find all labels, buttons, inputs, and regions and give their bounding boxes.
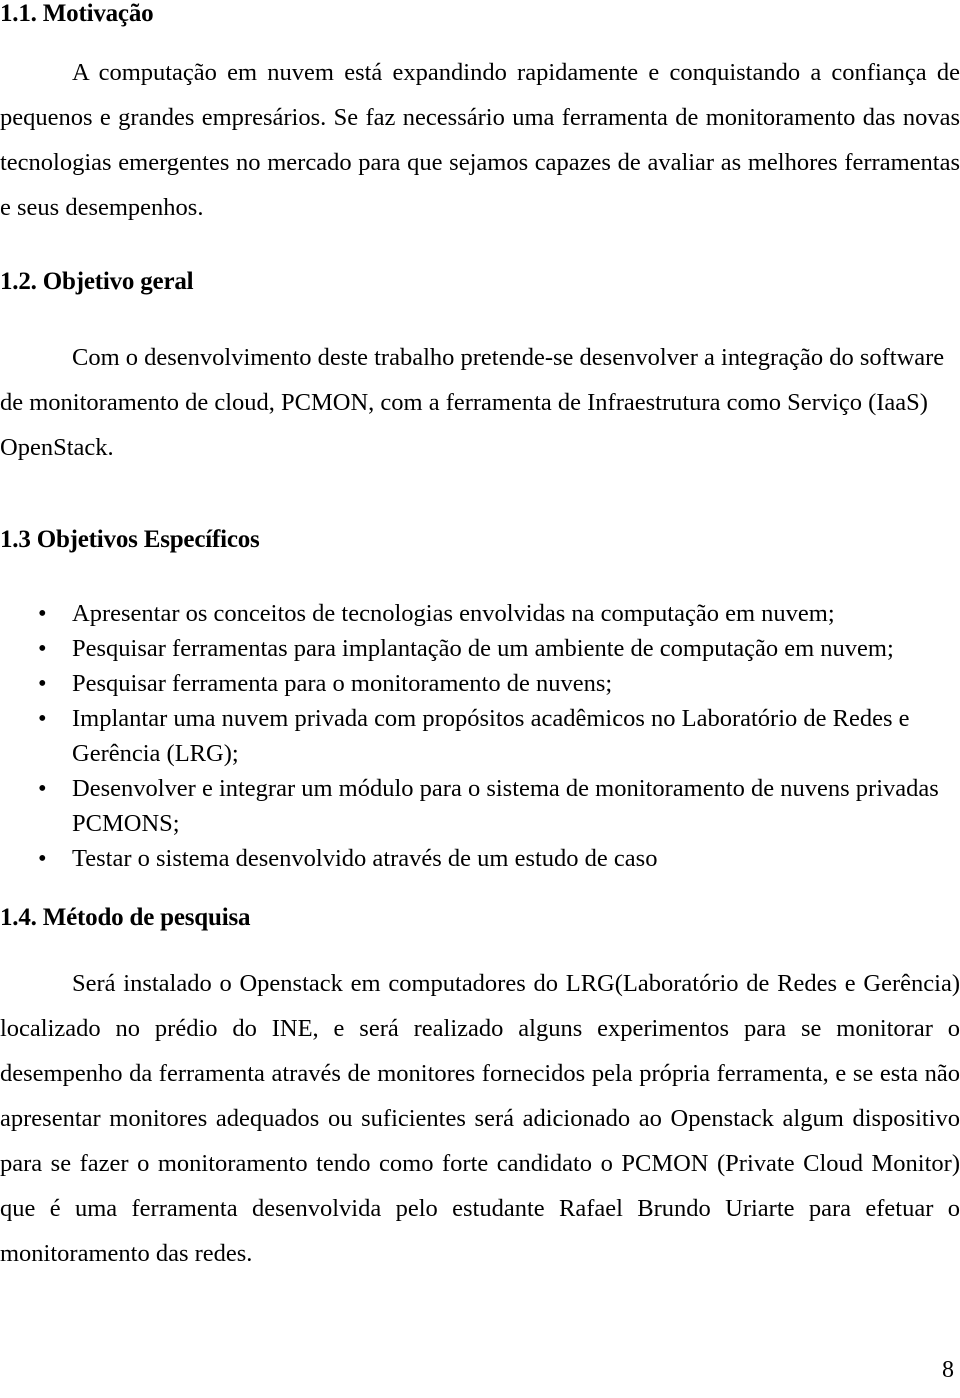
section-heading-objetivos-especificos: 1.3 Objetivos Específicos: [0, 526, 260, 553]
list-item-label: Pesquisar ferramenta para o monitorament…: [72, 669, 613, 697]
section-heading-motivacao: 1.1. Motivação: [0, 0, 154, 27]
bullet-point-icon: •: [38, 669, 47, 697]
list-item: • Pesquisar ferramenta para o monitorame…: [0, 666, 960, 701]
page-content: 1.1. Motivação A computação em nuvem est…: [0, 0, 960, 1276]
objetivos-especificos-list: • Apresentar os conceitos de tecnologias…: [0, 596, 960, 876]
list-item-label: Desenvolver e integrar um módulo para o …: [72, 774, 939, 837]
list-item: • Pesquisar ferramentas para implantação…: [0, 631, 960, 666]
page-number: 8: [942, 1357, 954, 1383]
bullet-point-icon: •: [38, 774, 47, 802]
document-page: 1.1. Motivação A computação em nuvem est…: [0, 0, 960, 1398]
list-item: • Implantar uma nuvem privada com propós…: [0, 701, 960, 771]
paragraph-metodo-de-pesquisa: Será instalado o Openstack em computador…: [0, 970, 960, 1267]
list-item-label: Testar o sistema desenvolvido através de…: [72, 844, 658, 872]
list-item-label: Apresentar os conceitos de tecnologias e…: [72, 599, 835, 627]
bullet-point-icon: •: [38, 599, 47, 627]
list-item: • Desenvolver e integrar um módulo para …: [0, 771, 960, 841]
list-item: • Testar o sistema desenvolvido através …: [0, 841, 960, 876]
section-heading-metodo-de-pesquisa: 1.4. Método de pesquisa: [0, 903, 251, 931]
bullet-point-icon: •: [38, 704, 47, 732]
paragraph-motivacao: A computação em nuvem está expandindo ra…: [0, 58, 960, 221]
list-item-label: Implantar uma nuvem privada com propósit…: [72, 704, 910, 767]
list-item-label: Pesquisar ferramentas para implantação d…: [72, 634, 894, 662]
bullet-point-icon: •: [38, 844, 47, 872]
section-heading-objetivo-geral: 1.2. Objetivo geral: [0, 267, 194, 295]
paragraph-objetivo-geral: Com o desenvolvimento deste trabalho pre…: [0, 344, 945, 461]
list-item: • Apresentar os conceitos de tecnologias…: [0, 596, 960, 631]
bullet-point-icon: •: [38, 634, 47, 662]
